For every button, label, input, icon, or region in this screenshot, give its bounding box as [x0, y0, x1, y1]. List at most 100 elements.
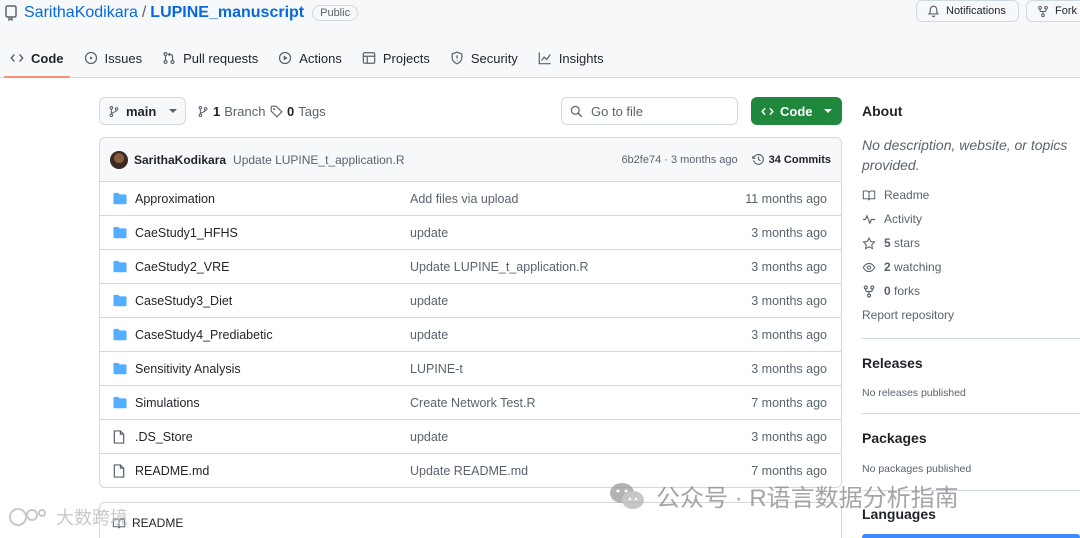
folder-row[interactable]: Sensitivity Analysis LUPINE-t 3 months a…	[100, 352, 841, 386]
packages-note: No packages published	[862, 463, 972, 475]
folder-row[interactable]: CaseStudy4_Prediabetic update 3 months a…	[100, 318, 841, 352]
folder-icon	[113, 328, 127, 344]
tab-code-label: Code	[31, 50, 64, 66]
tab-insights-label: Insights	[558, 50, 604, 66]
forks-count: 0	[884, 284, 891, 298]
file-name-link[interactable]: CaeStudy1_HFHS	[135, 226, 238, 240]
folder-row[interactable]: CaeStudy1_HFHS update 3 months ago	[100, 216, 841, 250]
watermark-left: 大数跨境	[8, 504, 128, 530]
file-name-link[interactable]: .DS_Store	[135, 430, 193, 444]
notifications-button[interactable]: Notifications	[916, 0, 1019, 22]
file-commit-message-link[interactable]: Create Network Test.R	[410, 396, 536, 410]
file-name-link[interactable]: CaseStudy4_Prediabetic	[135, 328, 273, 342]
visibility-badge: Public	[312, 5, 359, 21]
tab-issues[interactable]: Issues	[74, 40, 153, 76]
file-row[interactable]: .DS_Store update 3 months ago	[100, 420, 841, 454]
shield-icon	[451, 51, 463, 65]
commit-author-link[interactable]: SarithaKodikara	[134, 153, 226, 167]
file-name-link[interactable]: Simulations	[135, 396, 200, 410]
releases-heading[interactable]: Releases	[862, 355, 923, 371]
file-commit-date: 3 months ago	[751, 327, 827, 342]
fork-button[interactable]: Fork	[1026, 0, 1080, 22]
file-commit-message-link[interactable]: Add files via upload	[410, 192, 518, 206]
fork-icon	[863, 284, 875, 298]
fork-icon	[1038, 5, 1048, 17]
folder-icon	[113, 294, 127, 310]
file-commit-message-link[interactable]: update	[410, 294, 448, 308]
watching-count: 2	[884, 260, 891, 274]
folder-row[interactable]: Simulations Create Network Test.R 7 mont…	[100, 386, 841, 420]
folder-icon	[113, 226, 127, 242]
search-icon	[570, 105, 583, 117]
file-commit-message-link[interactable]: update	[410, 430, 448, 444]
commit-message-link[interactable]: Update LUPINE_t_application.R	[233, 153, 404, 167]
file-name-link[interactable]: Sensitivity Analysis	[135, 362, 241, 376]
sidebar-divider	[862, 413, 1080, 414]
branches-link[interactable]: 1 Branch	[197, 97, 265, 125]
watermark-text: 公众号 · R语言数据分析指南	[656, 485, 959, 512]
book-icon	[862, 190, 876, 200]
file-commit-date: 3 months ago	[751, 259, 827, 274]
tab-pull-requests[interactable]: Pull requests	[152, 40, 268, 76]
tag-count: 0	[287, 103, 295, 119]
go-to-file-input[interactable]: Go to file	[561, 97, 738, 125]
about-description: No description, website, or topics provi…	[862, 137, 1068, 173]
readme-link-label: Readme	[884, 188, 930, 202]
table-icon	[362, 52, 376, 64]
eye-icon	[862, 262, 876, 272]
tab-security[interactable]: Security	[440, 40, 528, 76]
tab-actions[interactable]: Actions	[268, 40, 352, 76]
readme-link[interactable]: Readme	[862, 188, 929, 202]
activity-link[interactable]: Activity	[862, 212, 922, 226]
tab-security-label: Security	[470, 50, 518, 66]
tags-link[interactable]: 0 Tags	[270, 97, 326, 125]
file-commit-date: 7 months ago	[751, 464, 827, 478]
pull-request-icon	[163, 51, 175, 65]
watchers-link[interactable]: 2 watching	[862, 260, 941, 274]
file-name-link[interactable]: Approximation	[135, 192, 215, 206]
folder-icon	[113, 362, 127, 378]
tab-code[interactable]: Code	[0, 40, 74, 78]
tab-projects[interactable]: Projects	[352, 40, 440, 76]
file-icon	[113, 430, 125, 447]
file-commit-message-link[interactable]: LUPINE-t	[410, 362, 463, 376]
stars-link[interactable]: 5 stars	[862, 236, 920, 250]
folder-row[interactable]: CaeStudy2_VRE Update LUPINE_t_applicatio…	[100, 250, 841, 284]
play-icon	[279, 51, 292, 65]
watermark-left-text: 大数跨境	[56, 508, 128, 528]
code-button[interactable]: Code	[751, 97, 842, 125]
repo-name-link[interactable]: LUPINE_manuscript	[150, 4, 304, 22]
code-icon	[761, 107, 774, 115]
file-name-link[interactable]: CaeStudy2_VRE	[135, 260, 230, 274]
tag-icon	[270, 105, 283, 118]
activity-link-label: Activity	[884, 212, 923, 226]
forks-link[interactable]: 0 forks	[862, 284, 920, 298]
file-commit-message-link[interactable]: Update LUPINE_t_application.R	[410, 260, 589, 274]
packages-heading[interactable]: Packages	[862, 430, 927, 446]
folder-row[interactable]: Approximation Add files via upload 11 mo…	[100, 182, 841, 216]
commit-hash-time[interactable]: 6b2fe74 · 3 months ago	[621, 154, 737, 166]
file-commit-date: 3 months ago	[751, 293, 827, 308]
file-name-link[interactable]: README.md	[135, 464, 209, 478]
branch-count-label: Branch	[224, 103, 266, 119]
report-repository-link[interactable]: Report repository	[862, 308, 954, 322]
folder-row[interactable]: CaseStudy3_Diet update 3 months ago	[100, 284, 841, 318]
releases-note: No releases published	[862, 387, 966, 399]
tab-issues-label: Issues	[104, 50, 143, 66]
branch-selector[interactable]: main	[99, 97, 186, 125]
notifications-label: Notifications	[946, 5, 1006, 17]
commits-link[interactable]: 34 Commits	[751, 153, 831, 166]
branch-count: 1	[213, 103, 221, 119]
language-bar	[862, 534, 1080, 538]
tab-insights[interactable]: Insights	[528, 40, 614, 76]
file-commit-message-link[interactable]: update	[410, 226, 448, 240]
file-commit-message-link[interactable]: update	[410, 328, 448, 342]
file-commit-message-link[interactable]: Update README.md	[410, 464, 528, 478]
repo-owner-link[interactable]: SarithaKodikara	[24, 4, 138, 22]
file-name-link[interactable]: CaseStudy3_Diet	[135, 294, 232, 308]
avatar[interactable]	[110, 150, 128, 169]
fork-label: Fork	[1055, 5, 1077, 17]
about-heading: About	[862, 103, 903, 119]
graph-icon	[538, 52, 551, 65]
bell-icon	[928, 5, 939, 17]
